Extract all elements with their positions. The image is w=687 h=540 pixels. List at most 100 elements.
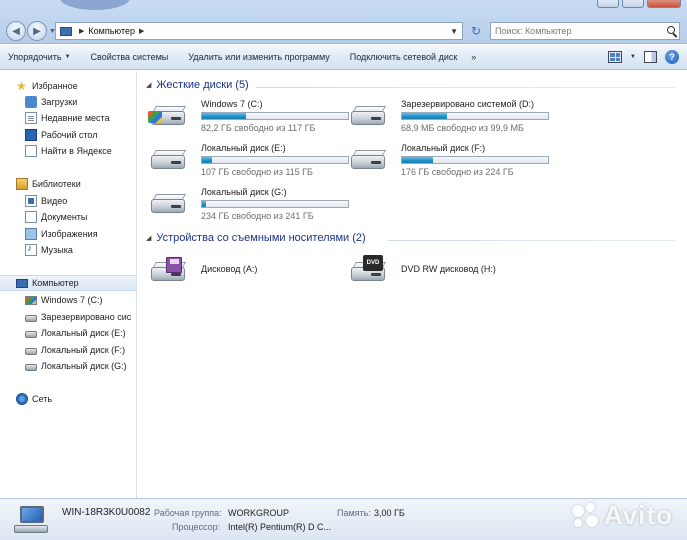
view-controls: ▼ ? — [608, 50, 679, 64]
sidebar-item-label: Локальный диск (G:) — [41, 361, 127, 371]
system-properties-button[interactable]: Свойства системы — [91, 52, 169, 62]
sidebar-item-network[interactable]: Сеть — [0, 391, 136, 407]
sidebar-item-label: Видео — [41, 196, 68, 206]
drive-name: Дисковод (A:) — [201, 264, 258, 274]
forward-button[interactable]: ▶ — [27, 21, 47, 41]
maximize-button[interactable] — [622, 0, 644, 8]
sidebar-item-libraries[interactable]: Библиотеки — [0, 176, 136, 192]
sidebar-item-drive-f[interactable]: Локальный диск (F:) — [0, 342, 136, 358]
sidebar-item-drive-e[interactable]: Локальный диск (E:) — [0, 325, 136, 341]
address-bar[interactable]: ▶ Компьютер ▶ ▼ — [55, 22, 463, 40]
processor-value: Intel(R) Pentium(R) D C... — [228, 522, 332, 532]
documents-icon — [25, 211, 37, 223]
sidebar-item-label: Сеть — [32, 394, 53, 404]
computer-icon — [60, 26, 72, 36]
sidebar-item-video[interactable]: Видео — [0, 193, 136, 209]
map-network-drive-button[interactable]: Подключить сетевой диск — [350, 52, 458, 62]
drive-tile-h[interactable]: DVD DVD RW дисковод (H:) — [346, 251, 546, 291]
drive-tile-g[interactable]: Локальный диск (G:) 234 ГБ свободно из 2… — [146, 183, 349, 223]
navigation-buttons: ◀ ▶ ▼ — [6, 21, 56, 41]
chevron-down-icon: ▼ — [64, 54, 71, 60]
drive-usage-bar — [201, 200, 349, 208]
sidebar-item-label: Избранное — [32, 81, 78, 91]
close-button[interactable] — [647, 0, 681, 8]
sidebar-item-label: Музыка — [41, 245, 73, 255]
drive-tile-a[interactable]: Дисковод (A:) — [146, 251, 346, 291]
windows-drive-icon — [25, 295, 37, 305]
sidebar-item-images[interactable]: Изображения — [0, 226, 136, 242]
drive-name: Локальный диск (E:) — [201, 143, 286, 153]
recent-places-icon — [25, 112, 37, 124]
sidebar-item-label: Рабочий стол — [41, 130, 98, 140]
sidebar-item-music[interactable]: Музыка — [0, 242, 136, 258]
drive-tile-c[interactable]: Windows 7 (C:) 82,2 ГБ свободно из 117 Г… — [146, 95, 349, 135]
video-icon — [25, 195, 37, 207]
sidebar-item-label: Локальный диск (E:) — [41, 328, 126, 338]
computer-icon — [14, 506, 48, 534]
sidebar-item-label: Зарезервировано сис — [41, 312, 132, 322]
drive-tile-d[interactable]: Зарезервировано системой (D:) 68,9 МБ св… — [346, 95, 549, 135]
sidebar-item-yandex[interactable]: Найти в Яндексе — [0, 143, 136, 159]
chevron-down-icon[interactable]: ▼ — [450, 27, 458, 36]
collapse-icon[interactable]: ◢ — [146, 81, 151, 89]
sidebar-item-label: Локальный диск (F:) — [41, 345, 126, 355]
computer-icon — [16, 279, 28, 288]
memory-label: Память: — [337, 508, 371, 518]
search-box[interactable] — [490, 22, 680, 40]
breadcrumb-computer[interactable]: Компьютер — [88, 26, 135, 36]
dvd-drive-icon: DVD — [351, 255, 387, 283]
more-commands-button[interactable]: » — [471, 52, 476, 62]
sidebar-item-recent[interactable]: Недавние места — [0, 110, 136, 126]
drive-tile-f[interactable]: Локальный диск (F:) 176 ГБ свободно из 2… — [346, 139, 549, 179]
processor-label: Процессор: — [172, 522, 221, 532]
hard-drives-header[interactable]: ◢ Жесткие диски (5) — [146, 79, 249, 91]
window-titlebar: ◀ ▶ ▼ ▶ Компьютер ▶ ▼ ↻ — [0, 0, 687, 44]
downloads-icon — [25, 96, 37, 108]
hard-drive-icon — [351, 149, 387, 171]
address-dropdown[interactable]: ▼ — [450, 23, 462, 39]
change-view-icon[interactable] — [608, 51, 623, 63]
hard-drive-icon — [25, 347, 37, 355]
sidebar-item-label: Библиотеки — [32, 179, 81, 189]
search-icon[interactable] — [667, 26, 675, 34]
titlebar-decoration — [60, 0, 130, 10]
yandex-search-icon — [25, 145, 37, 157]
minimize-button[interactable] — [597, 0, 619, 8]
drive-name: Локальный диск (F:) — [401, 143, 486, 153]
sidebar-item-desktop[interactable]: Рабочий стол — [0, 127, 136, 143]
collapse-icon[interactable]: ◢ — [146, 234, 151, 242]
view-dropdown-icon[interactable]: ▼ — [630, 54, 636, 60]
sidebar-item-drive-d[interactable]: Зарезервировано сис — [0, 309, 136, 325]
preview-pane-icon[interactable] — [644, 51, 657, 63]
avito-logo-icon — [570, 501, 600, 531]
section-divider — [256, 87, 676, 88]
search-input[interactable] — [495, 26, 655, 36]
sidebar-item-drive-g[interactable]: Локальный диск (G:) — [0, 358, 136, 374]
hard-drive-icon — [25, 314, 37, 322]
removable-devices-header[interactable]: ◢ Устройства со съемными носителями (2) — [146, 232, 366, 244]
organize-button[interactable]: Упорядочить ▼ — [8, 52, 71, 62]
section-title: Устройства со съемными носителями (2) — [156, 232, 366, 244]
sidebar-item-label: Изображения — [41, 229, 98, 239]
breadcrumb-arrow-icon[interactable]: ▶ — [139, 27, 144, 35]
drive-tile-e[interactable]: Локальный диск (E:) 107 ГБ свободно из 1… — [146, 139, 349, 179]
memory-value: 3,00 ГБ — [374, 508, 405, 518]
help-icon[interactable]: ? — [665, 50, 679, 64]
drive-free-space: 82,2 ГБ свободно из 117 ГБ — [201, 123, 316, 133]
hard-drive-icon — [25, 363, 37, 371]
breadcrumb-arrow-icon[interactable]: ▶ — [79, 27, 84, 35]
workgroup-value: WORKGROUP — [228, 508, 290, 518]
back-button[interactable]: ◀ — [6, 21, 26, 41]
sidebar-item-drive-c[interactable]: Windows 7 (C:) — [0, 292, 136, 308]
refresh-button[interactable]: ↻ — [466, 22, 486, 40]
sidebar-item-favorites[interactable]: ★ Избранное — [0, 78, 136, 94]
sidebar-item-computer[interactable]: Компьютер — [0, 275, 136, 291]
section-title: Жесткие диски (5) — [156, 79, 249, 91]
hard-drive-icon — [25, 330, 37, 338]
sidebar-item-documents[interactable]: Документы — [0, 209, 136, 225]
sidebar-item-downloads[interactable]: Загрузки — [0, 94, 136, 110]
uninstall-program-button[interactable]: Удалить или изменить программу — [188, 52, 329, 62]
organize-label: Упорядочить — [8, 52, 62, 62]
desktop-icon — [25, 129, 37, 141]
floppy-disk-icon — [166, 257, 182, 273]
